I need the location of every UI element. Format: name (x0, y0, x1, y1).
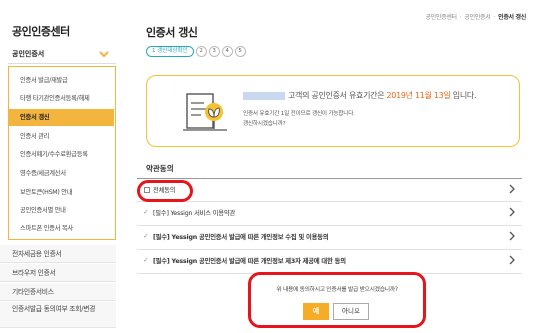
sidebar-item-other-bank[interactable]: 타행 타기관인증서등록/해제 (9, 90, 114, 107)
chevron-right-icon (509, 184, 515, 194)
chevron-right-icon[interactable] (508, 207, 516, 217)
notice-headline: 고객의 공인인증서 유효기간은 2019년 11월 13일 입니다. (243, 90, 476, 101)
certificate-document-icon (183, 93, 227, 131)
sidebar-item-browser[interactable]: 브라우저 인증서 (0, 264, 116, 282)
sidebar-item-consent[interactable]: 인증서발급 동의여부 조회/변경 (0, 302, 116, 328)
term-label: [필수] Yessign 서비스 이용약관 (153, 210, 236, 217)
renewal-notice: 고객의 공인인증서 유효기간은 2019년 11월 13일 입니다. 인증서 유… (146, 75, 520, 147)
expiry-date: 2019년 11월 13일 (386, 91, 451, 100)
sidebar-item-etc[interactable]: 기타인증서비스 (0, 283, 116, 301)
step-indicator: 1 갱신대상확인 2 3 4 5 (146, 46, 246, 58)
sidebar-title: 공인인증센터 (12, 25, 70, 38)
sidebar-item-hsm[interactable]: 보안토큰(HSM) 안내 (9, 184, 114, 201)
step: 3 (208, 46, 220, 57)
breadcrumb-current: 인증서 갱신 (498, 14, 526, 21)
no-button[interactable]: 아니오 (333, 303, 369, 320)
chevron-down-icon (99, 51, 109, 58)
step-active: 1 갱신대상확인 (146, 46, 194, 57)
confirm-panel: 위 내용에 동의하시고 인증서를 발급 받으시겠습니까? 예 아니오 (248, 272, 426, 328)
sidebar-item-renew[interactable]: 인증서 갱신 (9, 109, 114, 126)
all-agree-row[interactable]: 전체동의 (137, 178, 522, 202)
check-icon: ✓ (143, 256, 149, 264)
breadcrumb-item[interactable]: 공인인증센터 (425, 14, 457, 21)
notice-head-prefix: 고객의 공인인증서 유효기간은 (288, 91, 387, 100)
term-row[interactable]: ✓ [필수] Yessign 공인인증서 발급에 따른 개인정보 제3자 제공에… (137, 250, 522, 274)
yes-button[interactable]: 예 (303, 303, 329, 320)
step: 2 (195, 46, 207, 57)
sidebar-item-revoke[interactable]: 인증서폐기/수수료환급등록 (9, 146, 114, 163)
dept-label: 공인인증서 (12, 50, 45, 58)
term-label: [필수] Yessign 공인인증서 발급에 따른 개인정보 수집 및 이용동의 (153, 234, 329, 241)
confirm-question: 위 내용에 동의하시고 인증서를 발급 받으시겠습니까? (276, 287, 398, 293)
sidebar-item-issue[interactable]: 인증서 발급/재발급 (9, 72, 114, 89)
sidebar: 공인인증센터 공인인증서 인증서 발급/재발급 타행 타기관인증서등록/해제 인… (0, 0, 120, 333)
breadcrumb: 공인인증센터 · 공인인증서 · 인증서 갱신 (425, 12, 526, 21)
step: 5 (234, 46, 246, 57)
check-icon: ✓ (143, 232, 149, 240)
sidebar-item-receipt[interactable]: 영수증/세금계산서 (9, 165, 114, 182)
term-row[interactable]: ✓ [필수] Yessign 공인인증서 발급에 따른 개인정보 수집 및 이용… (137, 226, 522, 250)
sidebar-item-tax[interactable]: 전자세금용 인증서 (0, 245, 116, 263)
notice-line: 인증서 유효기간 1일 전이므로 갱신이 가능합니다. (243, 111, 355, 117)
company-name-redacted (243, 91, 285, 100)
notice-line: 갱신하시겠습니까? (243, 121, 286, 127)
sidebar-item-smartphone[interactable]: 스마트폰 인증서 복사 (9, 220, 114, 237)
sidebar-item-manage[interactable]: 인증서 관리 (9, 128, 114, 145)
breadcrumb-separator: · (459, 14, 462, 21)
breadcrumb-item[interactable]: 공인인증서 (464, 14, 490, 21)
highlight-ring (137, 180, 193, 202)
term-row[interactable]: ✓ [필수] Yessign 서비스 이용약관 (137, 202, 522, 226)
notice-head-suffix: 입니다. (450, 91, 477, 100)
page: 공인인증센터 공인인증서 인증서 발급/재발급 타행 타기관인증서등록/해제 인… (0, 0, 534, 333)
check-icon: ✓ (143, 208, 149, 216)
notice-body: 인증서 유효기간 1일 전이므로 갱신이 가능합니다. 갱신하시겠습니까? (243, 109, 355, 129)
chevron-right-icon[interactable] (508, 255, 516, 265)
page-title: 인증서 갱신 (146, 26, 198, 39)
sidebar-item-guide[interactable]: 공인인증서별 안내 (9, 202, 114, 219)
terms-section-title: 약관동의 (146, 164, 174, 173)
term-label: [필수] Yessign 공인인증서 발급에 따른 개인정보 제3자 제공에 대… (153, 258, 346, 265)
chevron-right-icon[interactable] (508, 231, 516, 241)
step: 4 (221, 46, 233, 57)
sidebar-submenu: 인증서 발급/재발급 타행 타기관인증서등록/해제 인증서 갱신 인증서 관리 … (8, 66, 116, 240)
dept-selector[interactable]: 공인인증서 (8, 46, 116, 64)
breadcrumb-separator: · (493, 14, 496, 21)
